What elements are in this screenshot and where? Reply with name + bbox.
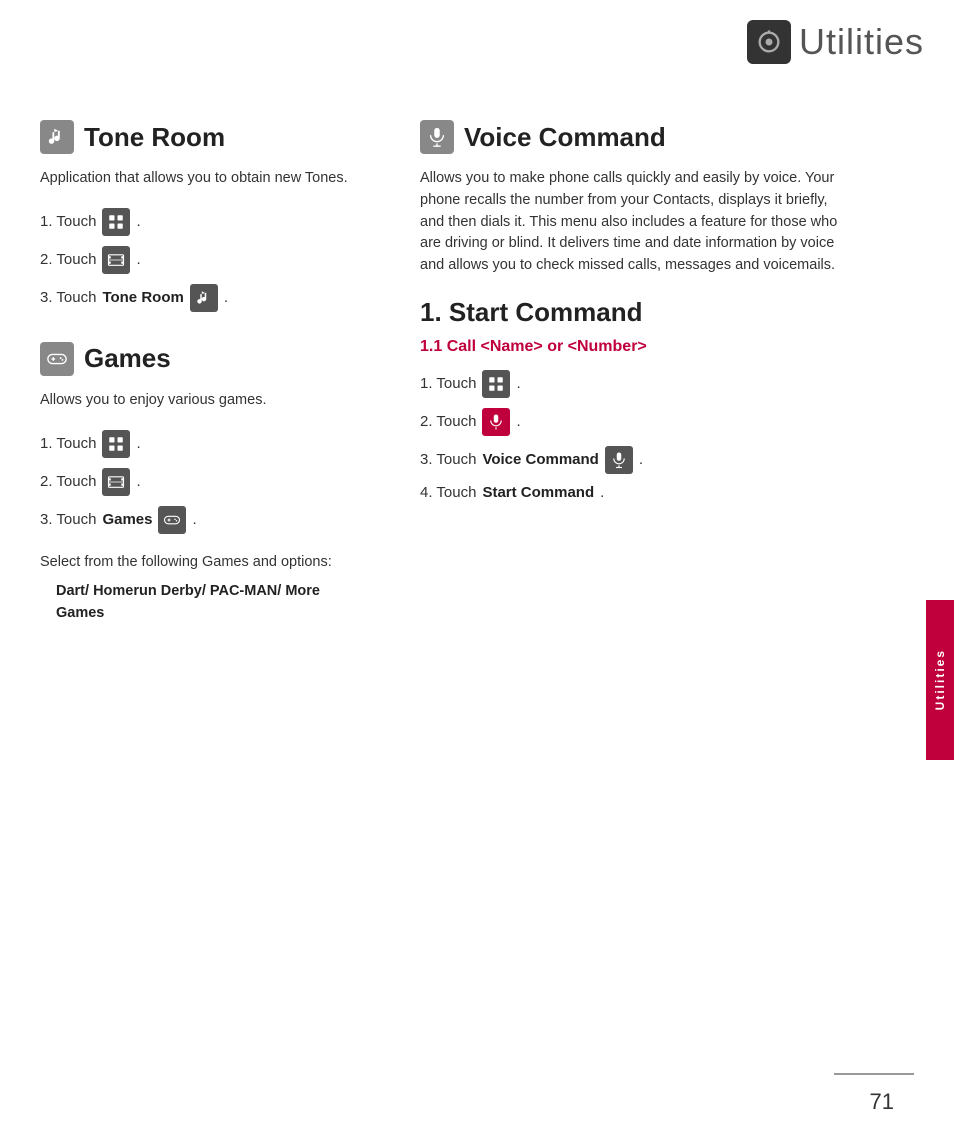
voice-app-icon	[487, 413, 505, 431]
call-sub-heading: 1.1 Call <Name> or <Number>	[420, 338, 840, 356]
film-icon-2	[107, 473, 125, 491]
games-step-3: 3. Touch Games .	[40, 506, 360, 534]
games-title: Games	[84, 343, 171, 374]
gamepad-icon-2	[163, 511, 181, 529]
sc-step-4: 4. Touch Start Command .	[420, 484, 840, 501]
tone-room-steps: 1. Touch . 2. Touch	[40, 208, 360, 312]
sc-step-2-label: 2. Touch	[420, 413, 476, 430]
voice-command-description: Allows you to make phone calls quickly a…	[420, 168, 840, 277]
step-3-bold: Tone Room	[102, 289, 183, 306]
games-step-3-label: 3. Touch	[40, 511, 96, 528]
mic-icon-svg	[426, 126, 448, 148]
sc-step-3-label: 3. Touch	[420, 451, 476, 468]
step-3-icon	[190, 284, 218, 312]
games-options-list: Dart/ Homerun Derby/ PAC-MAN/ More Games	[56, 581, 360, 625]
start-command-heading: 1. Start Command	[420, 297, 840, 328]
tone-room-heading: Tone Room	[40, 120, 360, 154]
step-1-label: 1. Touch	[40, 213, 96, 230]
voice-command-title: Voice Command	[464, 122, 666, 153]
sc-step-1-icon	[482, 370, 510, 398]
games-description: Allows you to enjoy various games.	[40, 390, 360, 412]
games-step-2-label: 2. Touch	[40, 473, 96, 490]
games-step-1-label: 1. Touch	[40, 435, 96, 452]
right-column: Voice Command Allows you to make phone c…	[390, 100, 900, 1145]
sc-step-2-icon	[482, 408, 510, 436]
start-command-section: 1. Start Command 1.1 Call <Name> or <Num…	[420, 297, 840, 501]
sc-step-4-bold: Start Command	[482, 484, 594, 501]
mic-icon-2	[610, 451, 628, 469]
tone-room-step-2: 2. Touch .	[40, 246, 360, 274]
film-icon	[107, 251, 125, 269]
games-step-1: 1. Touch .	[40, 430, 360, 458]
main-content: Tone Room Application that allows you to…	[0, 100, 954, 1145]
step-2-icon	[102, 246, 130, 274]
tone-room-step-1: 1. Touch .	[40, 208, 360, 236]
sc-step-3-icon	[605, 446, 633, 474]
games-step-3-icon	[158, 506, 186, 534]
page-divider	[834, 1073, 914, 1075]
voice-command-icon	[420, 120, 454, 154]
toneroom-icon	[195, 289, 213, 307]
step-3-label: 3. Touch	[40, 289, 96, 306]
sc-step-1: 1. Touch .	[420, 370, 840, 398]
voice-command-section: Voice Command Allows you to make phone c…	[420, 120, 840, 277]
sc-step-3: 3. Touch Voice Command .	[420, 446, 840, 474]
sc-step-2: 2. Touch .	[420, 408, 840, 436]
tone-room-title: Tone Room	[84, 122, 225, 153]
grid-icon-3	[487, 375, 505, 393]
games-heading: Games	[40, 342, 360, 376]
page-number: 71	[870, 1089, 894, 1115]
utilities-icon	[747, 20, 791, 64]
grid-icon-2	[107, 435, 125, 453]
step-1-icon	[102, 208, 130, 236]
games-section: Games Allows you to enjoy various games.…	[40, 342, 360, 625]
games-step-1-icon	[102, 430, 130, 458]
tone-room-icon	[40, 120, 74, 154]
games-steps: 1. Touch . 2. Touch	[40, 430, 360, 534]
grid-icon	[107, 213, 125, 231]
sc-step-1-label: 1. Touch	[420, 375, 476, 392]
games-step-2: 2. Touch .	[40, 468, 360, 496]
step-2-label: 2. Touch	[40, 251, 96, 268]
tone-room-description: Application that allows you to obtain ne…	[40, 168, 360, 190]
games-step-3-bold: Games	[102, 511, 152, 528]
tone-room-step-3: 3. Touch Tone Room .	[40, 284, 360, 312]
games-icon	[40, 342, 74, 376]
tone-room-icon-svg	[46, 126, 68, 148]
gamepad-icon-svg	[46, 348, 68, 370]
utilities-icon-svg	[755, 28, 783, 56]
header: Utilities	[747, 20, 924, 64]
left-column: Tone Room Application that allows you to…	[0, 100, 390, 1145]
games-step-2-icon	[102, 468, 130, 496]
sc-step-4-label: 4. Touch	[420, 484, 476, 501]
tone-room-section: Tone Room Application that allows you to…	[40, 120, 360, 312]
games-select-note: Select from the following Games and opti…	[40, 552, 360, 574]
start-command-steps: 1. Touch . 2. Touch	[420, 370, 840, 501]
games-options: Dart/ Homerun Derby/ PAC-MAN/ More Games	[56, 581, 360, 625]
page-header-title: Utilities	[799, 21, 924, 63]
voice-command-heading: Voice Command	[420, 120, 840, 154]
sc-step-3-bold: Voice Command	[482, 451, 598, 468]
